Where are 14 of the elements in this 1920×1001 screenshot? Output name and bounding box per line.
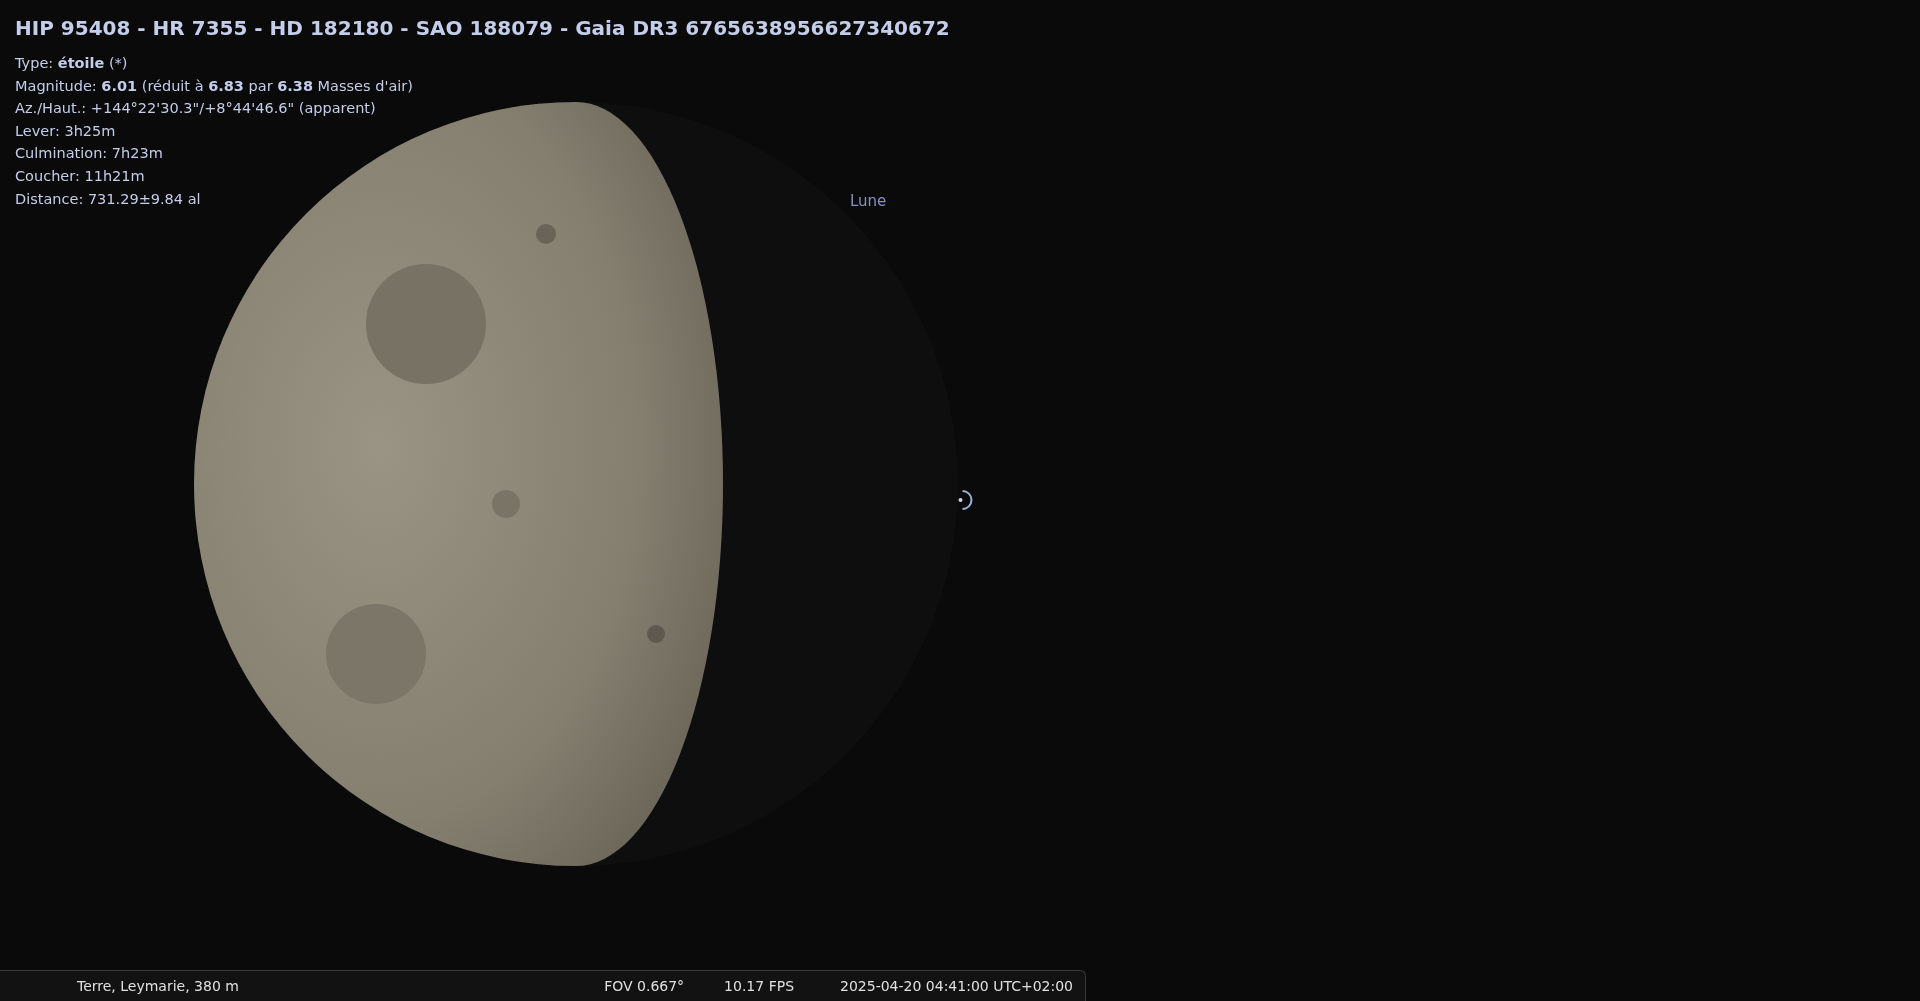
datetime-text: 2025-04-20 04:41:00 UTC+02:00	[840, 978, 1073, 994]
info-line: Culmination: 7h23m	[15, 144, 163, 164]
object-title: HIP 95408 - HR 7355 - HD 182180 - SAO 188079 - Gaia DR3 6765638956627340672	[15, 16, 950, 40]
fps-text: 10.17 FPS	[724, 978, 795, 994]
info-line: Distance: 731.29±9.84 al	[15, 189, 201, 209]
fov-text: FOV 0.667°	[604, 978, 685, 994]
info-line: Type: étoile (*)	[15, 54, 128, 73]
info-line: Magnitude: 6.01 (réduit à 6.83 par 6.38 Masses d'air)	[15, 76, 413, 96]
selection-marker-icon	[958, 490, 973, 510]
info-line: Coucher: 11h21m	[15, 166, 145, 186]
info-line: Lever: 3h25m	[15, 121, 116, 141]
location-text: Terre, Leymarie, 380 m	[77, 978, 239, 994]
moon-label: Lune	[850, 192, 887, 210]
info-line: Az./Haut.: +144°22'30.3"/+8°44'46.6" (apparent)	[15, 99, 376, 119]
